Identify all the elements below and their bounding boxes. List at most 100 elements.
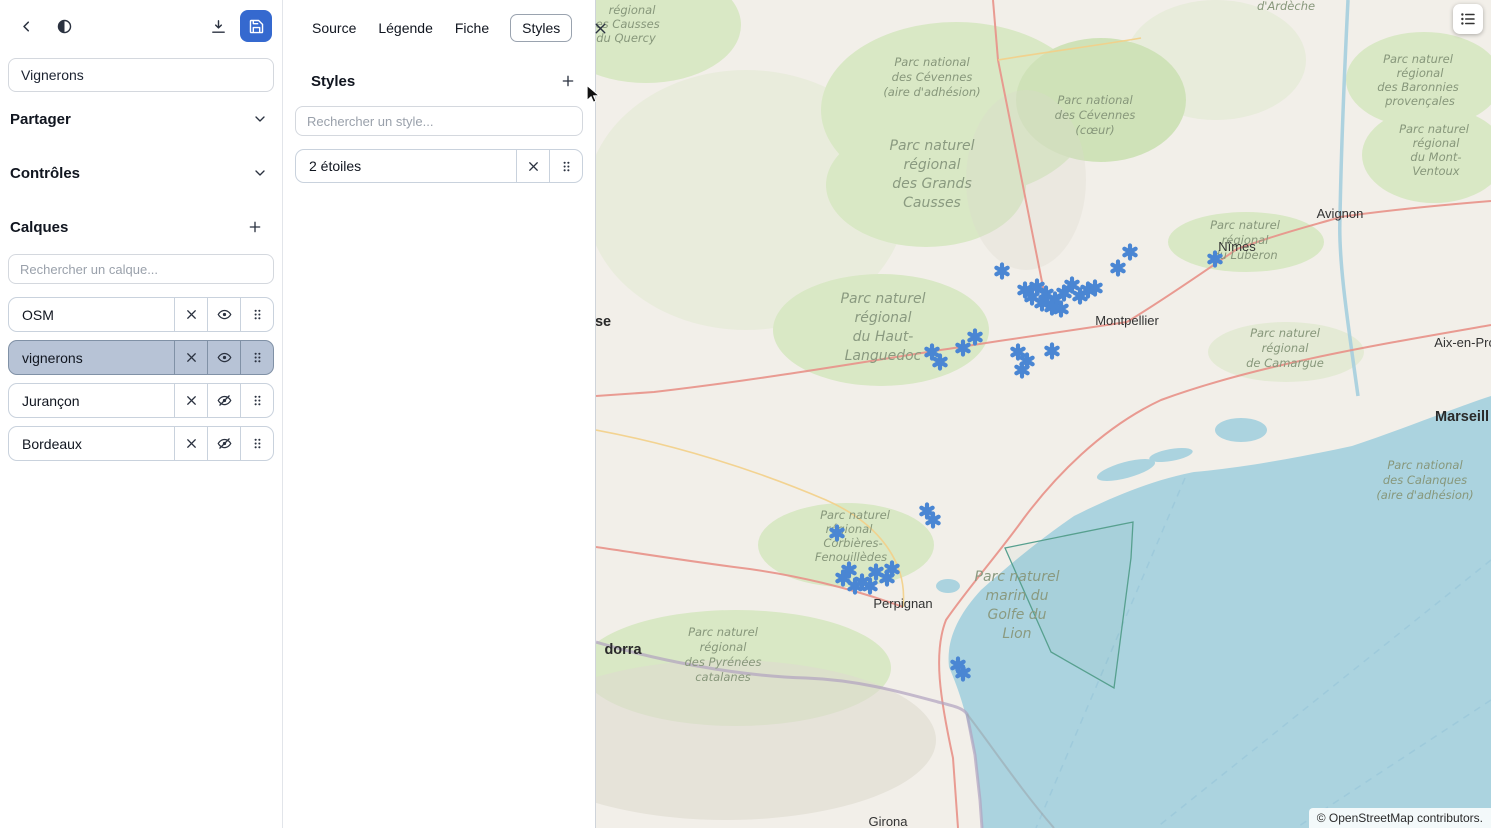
grip-icon xyxy=(250,393,265,408)
plus-icon xyxy=(560,73,576,89)
map-label: Ventoux xyxy=(1412,164,1459,178)
section-controles-label: Contrôles xyxy=(10,165,80,182)
panel-tabs: Source Légende Fiche Styles xyxy=(295,10,583,50)
map-label: Causses xyxy=(903,195,961,211)
layer-drag-handle[interactable] xyxy=(240,384,273,417)
section-calques-label: Calques xyxy=(10,219,68,236)
map-canvas[interactable]: régionaldes Caussesdu QuercyParc nationa… xyxy=(596,0,1491,828)
map-label: Parc naturel xyxy=(975,569,1060,585)
vigneron-marker[interactable] xyxy=(1112,262,1123,275)
layer-drag-handle[interactable] xyxy=(240,341,273,374)
map-label: de Camargue xyxy=(1246,356,1324,370)
vigneron-marker[interactable] xyxy=(934,356,945,369)
remove-layer-button[interactable] xyxy=(174,427,207,460)
map-label: Parc national xyxy=(894,55,970,69)
save-button[interactable] xyxy=(240,10,272,42)
map-label: du Mont- xyxy=(1410,150,1461,164)
tab-legende[interactable]: Légende xyxy=(377,14,434,42)
tab-styles[interactable]: Styles xyxy=(510,14,572,42)
tab-source[interactable]: Source xyxy=(311,14,357,42)
layer-drag-handle[interactable] xyxy=(240,427,273,460)
add-style-button[interactable] xyxy=(555,68,581,94)
toggle-visibility-button[interactable] xyxy=(207,427,240,460)
map-label: provençales xyxy=(1384,94,1455,108)
vigneron-marker[interactable] xyxy=(957,667,968,680)
layer-row-osm[interactable]: OSM xyxy=(8,297,274,332)
vigneron-marker[interactable] xyxy=(1124,246,1135,259)
remove-layer-button[interactable] xyxy=(174,384,207,417)
download-icon xyxy=(210,18,227,35)
layer-list: OSM vignerons xyxy=(8,297,274,469)
vigneron-marker[interactable] xyxy=(1055,303,1066,316)
section-calques: Calques xyxy=(8,200,274,254)
vigneron-marker[interactable] xyxy=(1026,291,1037,304)
layer-drag-handle[interactable] xyxy=(240,298,273,331)
map-label: régional xyxy=(700,640,748,654)
layer-name: Bordeaux xyxy=(9,427,174,460)
remove-style-button[interactable] xyxy=(516,150,549,182)
vigneron-marker[interactable] xyxy=(864,580,875,593)
vigneron-marker[interactable] xyxy=(969,331,980,344)
vigneron-marker[interactable] xyxy=(1209,253,1220,266)
vigneron-marker[interactable] xyxy=(1066,279,1077,292)
map-label: des Cévennes xyxy=(892,70,973,84)
section-partager[interactable]: Partager xyxy=(8,92,274,146)
app: Partager Contrôles Calques OSM xyxy=(0,0,1491,828)
vigneron-marker[interactable] xyxy=(837,572,848,585)
style-search-input[interactable] xyxy=(295,106,583,136)
vigneron-marker[interactable] xyxy=(870,566,881,579)
vigneron-marker[interactable] xyxy=(926,346,937,359)
project-title-input[interactable] xyxy=(8,58,274,92)
map-attribution[interactable]: © OpenStreetMap contributors. xyxy=(1309,808,1491,828)
vigneron-marker[interactable] xyxy=(886,563,897,576)
map-label: des Baronnies xyxy=(1377,80,1459,94)
layer-search-input[interactable] xyxy=(8,254,274,284)
map-render: régionaldes Caussesdu QuercyParc nationa… xyxy=(596,0,1491,828)
vigneron-marker[interactable] xyxy=(1046,345,1057,358)
vigneron-marker[interactable] xyxy=(849,580,860,593)
eye-off-icon xyxy=(217,393,232,408)
vigneron-marker[interactable] xyxy=(831,527,842,540)
remove-layer-button[interactable] xyxy=(174,341,207,374)
map-legend-button[interactable] xyxy=(1453,4,1483,34)
add-layer-button[interactable] xyxy=(242,214,268,240)
map-label: Parc naturel xyxy=(841,291,926,307)
export-button[interactable] xyxy=(202,10,234,42)
vigneron-marker[interactable] xyxy=(927,514,938,527)
section-controles[interactable]: Contrôles xyxy=(8,146,274,200)
vigneron-marker[interactable] xyxy=(957,342,968,355)
layer-row-vignerons[interactable]: vignerons xyxy=(8,340,274,375)
vigneron-marker[interactable] xyxy=(996,265,1007,278)
map-label: Parc national xyxy=(1057,93,1133,107)
map-label: Parc naturel xyxy=(1399,122,1470,136)
layer-row-jurancon[interactable]: Jurançon xyxy=(8,383,274,418)
map-label: Parc national xyxy=(1387,458,1463,472)
grip-icon xyxy=(250,436,265,451)
map-label: Nîmes xyxy=(1218,239,1256,254)
back-button[interactable] xyxy=(10,10,42,42)
map-label: dorra xyxy=(604,642,642,658)
sidebar: Partager Contrôles Calques OSM xyxy=(0,0,283,828)
map-label: Avignon xyxy=(1317,206,1364,221)
map-label: Parc naturel xyxy=(1250,326,1321,340)
map-label: des Cévennes xyxy=(1055,108,1136,122)
close-panel-button[interactable] xyxy=(592,14,609,42)
list-icon xyxy=(1459,10,1477,28)
toggle-visibility-button[interactable] xyxy=(207,298,240,331)
map-label: catalanes xyxy=(695,670,751,684)
tab-fiche[interactable]: Fiche xyxy=(454,14,490,42)
map-label: Languedoc xyxy=(845,348,922,364)
map-label: Montpellier xyxy=(1095,313,1159,328)
toggle-visibility-button[interactable] xyxy=(207,384,240,417)
style-row[interactable]: 2 étoiles xyxy=(295,149,583,183)
style-name: 2 étoiles xyxy=(296,150,516,182)
toggle-visibility-button[interactable] xyxy=(207,341,240,374)
vigneron-marker[interactable] xyxy=(1089,282,1100,295)
map-label: Aix-en-Pro xyxy=(1434,335,1491,350)
close-icon xyxy=(184,436,199,451)
remove-layer-button[interactable] xyxy=(174,298,207,331)
style-drag-handle[interactable] xyxy=(549,150,582,182)
layer-row-bordeaux[interactable]: Bordeaux xyxy=(8,426,274,461)
theme-toggle-button[interactable] xyxy=(48,10,80,42)
vigneron-marker[interactable] xyxy=(1016,364,1027,377)
